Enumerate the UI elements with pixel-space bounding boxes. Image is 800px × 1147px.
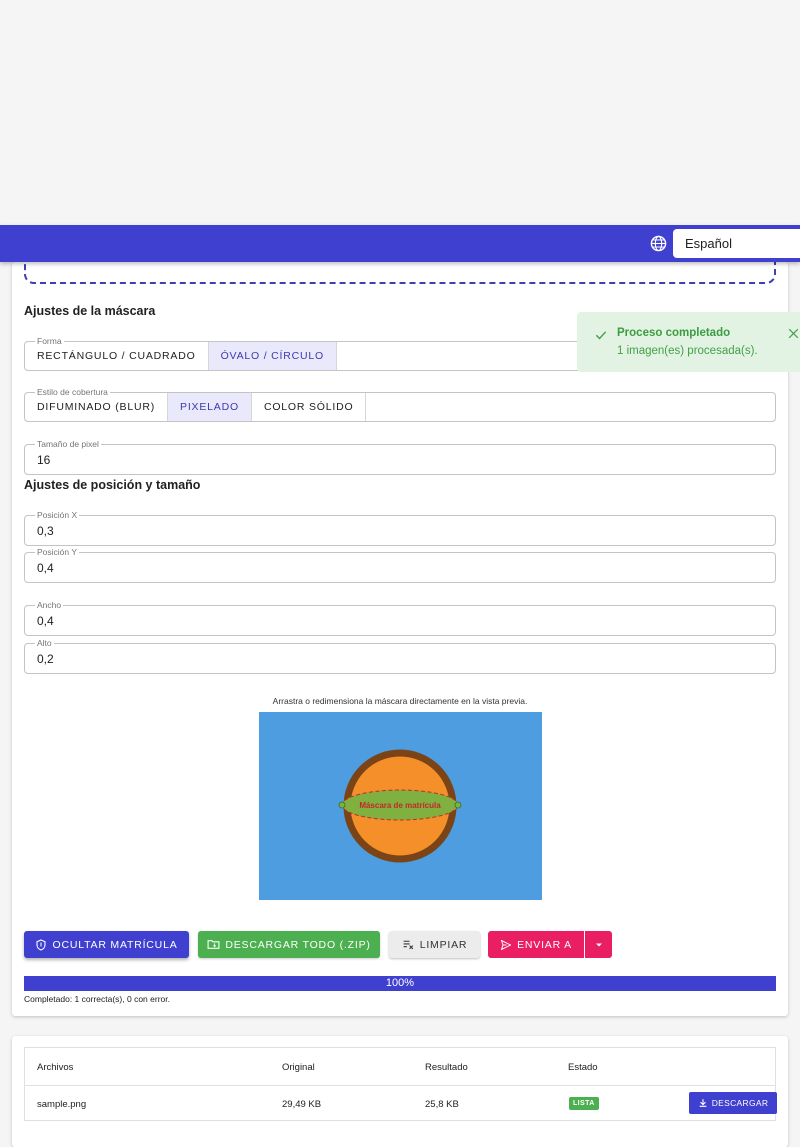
height-label: Alto bbox=[35, 637, 54, 649]
globe-icon[interactable] bbox=[650, 235, 667, 252]
clear-list-icon bbox=[403, 940, 413, 950]
download-all-label: DESCARGAR TODO (.ZIP) bbox=[225, 938, 371, 951]
position-x-field[interactable]: Posición X 0,3 bbox=[24, 509, 776, 546]
clear-button[interactable]: LIMPIAR bbox=[389, 931, 480, 958]
send-icon bbox=[501, 939, 512, 950]
position-y-value[interactable]: 0,4 bbox=[37, 561, 54, 575]
caret-down-icon bbox=[595, 943, 602, 946]
files-table: Archivos Original Resultado Estado sampl… bbox=[24, 1047, 777, 1121]
files-card: Archivos Original Resultado Estado sampl… bbox=[12, 1036, 788, 1147]
column-header-original: Original bbox=[282, 1062, 315, 1073]
pixel-size-label: Tamaño de pixel bbox=[35, 438, 101, 450]
app-bar: Español bbox=[0, 225, 800, 262]
check-icon bbox=[595, 331, 607, 340]
position-x-value[interactable]: 0,3 bbox=[37, 524, 54, 538]
success-toast: Proceso completado 1 imagen(es) procesad… bbox=[577, 312, 800, 372]
width-value[interactable]: 0,4 bbox=[37, 614, 54, 628]
send-to-label: ENVIAR A bbox=[517, 938, 572, 951]
preview-hint: Arrastra o redimensiona la máscara direc… bbox=[272, 696, 528, 706]
pixel-size-value[interactable]: 16 bbox=[37, 453, 50, 467]
shape-legend: Forma bbox=[35, 335, 64, 347]
completion-status: Completado: 1 correcta(s), 0 con error. bbox=[24, 994, 170, 1004]
download-label: DESCARGAR bbox=[711, 1098, 769, 1108]
width-field[interactable]: Ancho 0,4 bbox=[24, 599, 776, 636]
coverage-field: Estilo de cobertura DIFUMINADO (BLUR) PI… bbox=[24, 386, 776, 422]
coverage-toggle-group: DIFUMINADO (BLUR) PIXELADO COLOR SÓLIDO bbox=[25, 393, 775, 421]
close-icon[interactable] bbox=[787, 327, 800, 340]
result-size-cell: 25,8 KB bbox=[425, 1099, 459, 1110]
coverage-pixelated-option[interactable]: PIXELADO bbox=[168, 393, 252, 421]
folder-zip-icon bbox=[207, 940, 220, 949]
position-x-label: Posición X bbox=[35, 509, 80, 521]
download-all-button[interactable]: DESCARGAR TODO (.ZIP) bbox=[198, 931, 380, 958]
file-name-cell: sample.png bbox=[37, 1099, 87, 1110]
height-value[interactable]: 0,2 bbox=[37, 652, 54, 666]
download-icon bbox=[699, 1099, 707, 1107]
image-preview: Máscara de matrícula bbox=[259, 712, 542, 900]
status-badge: LISTA bbox=[569, 1097, 599, 1110]
coverage-solid-option[interactable]: COLOR SÓLIDO bbox=[252, 393, 367, 421]
row-divider bbox=[25, 1085, 775, 1086]
progress-label: 100% bbox=[385, 977, 415, 989]
preview-illustration: Máscara de matrícula bbox=[338, 749, 462, 863]
progress-bar: 100% bbox=[24, 976, 776, 991]
hide-plate-button[interactable]: OCULTAR MATRÍCULA bbox=[24, 931, 189, 958]
toast-title: Proceso completado bbox=[617, 327, 731, 339]
toast-message: 1 imagen(es) procesada(s). bbox=[617, 345, 758, 357]
column-header-status: Estado bbox=[568, 1062, 598, 1073]
language-select[interactable]: Español bbox=[673, 229, 800, 258]
column-header-result: Resultado bbox=[425, 1062, 468, 1073]
position-y-label: Posición Y bbox=[35, 546, 80, 558]
pixel-size-field[interactable]: Tamaño de pixel 16 bbox=[24, 438, 776, 475]
position-settings-title: Ajustes de posición y tamaño bbox=[24, 478, 201, 492]
download-button[interactable]: DESCARGAR bbox=[689, 1092, 777, 1114]
column-header-files: Archivos bbox=[37, 1062, 74, 1073]
send-to-button[interactable]: ENVIAR A bbox=[488, 931, 584, 958]
shape-oval-option[interactable]: ÓVALO / CÍRCULO bbox=[208, 342, 337, 370]
mask-label: Máscara de matrícula bbox=[359, 801, 441, 810]
clear-label: LIMPIAR bbox=[419, 938, 468, 951]
coverage-legend: Estilo de cobertura bbox=[35, 386, 110, 398]
original-size-cell: 29,49 KB bbox=[282, 1099, 322, 1110]
position-y-field[interactable]: Posición Y 0,4 bbox=[24, 546, 776, 583]
width-label: Ancho bbox=[35, 599, 64, 611]
hide-plate-label: OCULTAR MATRÍCULA bbox=[52, 938, 178, 951]
settings-card: Ajustes de la máscara Forma RECTÁNGULO /… bbox=[12, 250, 788, 1016]
shield-icon bbox=[36, 938, 47, 951]
height-field[interactable]: Alto 0,2 bbox=[24, 637, 776, 674]
mask-settings-title: Ajustes de la máscara bbox=[24, 304, 156, 318]
send-to-dropdown-button[interactable] bbox=[585, 931, 612, 958]
